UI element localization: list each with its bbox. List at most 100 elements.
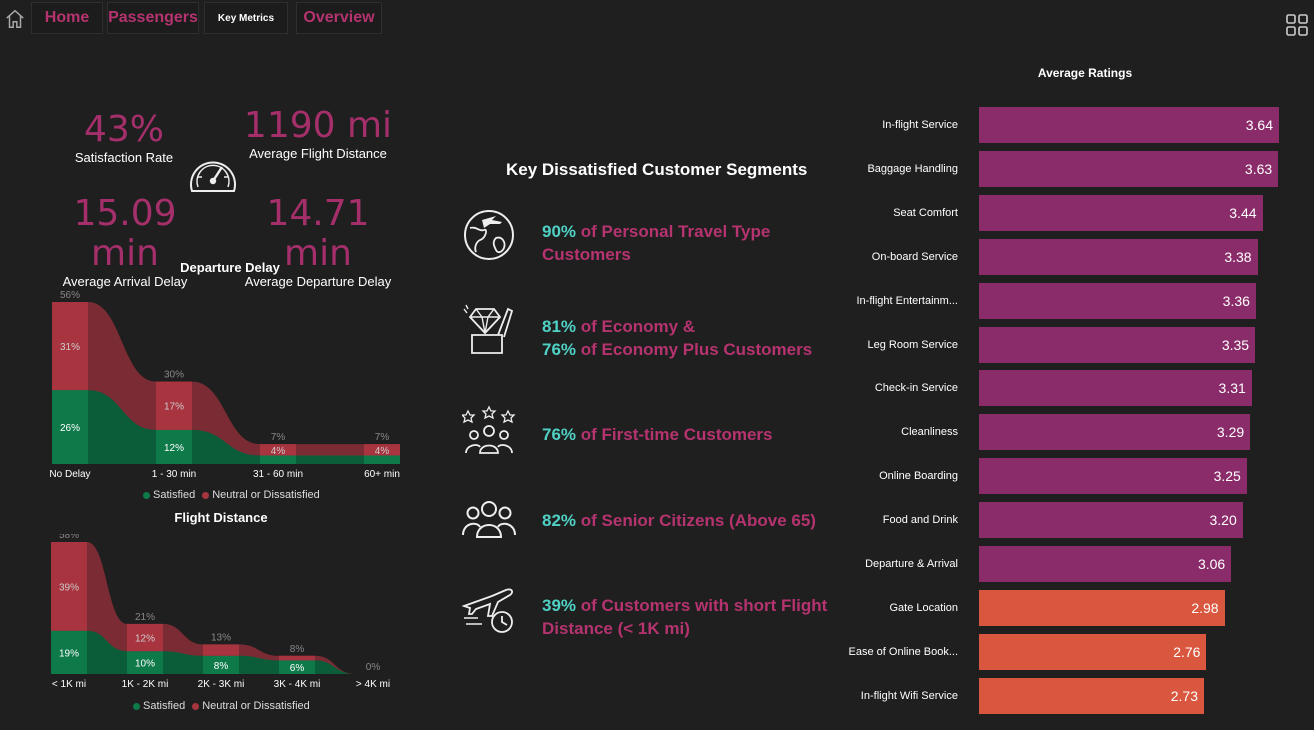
satisfied-data-label: 12% xyxy=(164,443,184,454)
flight-distance-chart: 19% 39% 58% < 1K mi 10% 12% 21% 1K - 2K mi 8% 13%… xyxy=(51,534,391,690)
rating-label: In-flight Service xyxy=(882,119,958,131)
kpi-satisfaction-value: 43% xyxy=(83,109,164,150)
rating-row: In-flight Entertainm... 3.36 xyxy=(856,282,1300,319)
dissatisfied-data-label: 12% xyxy=(135,634,155,645)
tab-key-metrics-label: Key Metrics xyxy=(217,12,275,24)
rating-label: Seat Comfort xyxy=(893,206,958,219)
rating-label: On-board Service xyxy=(871,250,958,263)
rating-bar: 3.31 xyxy=(979,370,1252,407)
rating-value: 2.73 xyxy=(1170,687,1198,704)
stars-people-icon xyxy=(462,405,516,454)
diamond-basket-icon xyxy=(463,304,514,354)
rating-row: On-board Service 3.38 xyxy=(860,238,1300,275)
dissatisfied-data-label: 4% xyxy=(375,446,390,457)
rating-row: In-flight Service 3.64 xyxy=(860,107,1300,143)
tab-overview-label: Overview xyxy=(303,9,375,26)
satisfied-data-label: 10% xyxy=(135,659,155,670)
dissatisfied-data-label: 17% xyxy=(164,402,184,413)
x-tick-label: 1K - 2K mi xyxy=(122,679,169,690)
rating-bar: 3.06 xyxy=(979,546,1232,582)
rating-bar: 3.20 xyxy=(979,502,1243,539)
rating-value: 2.76 xyxy=(1173,643,1201,660)
x-tick-label: 2K - 3K mi xyxy=(198,679,245,690)
globe-plane-icon xyxy=(464,210,514,260)
segment-senior-text: 82% of Senior Citizens (Above 65) xyxy=(542,509,842,532)
tab-key-metrics[interactable]: Key Metrics xyxy=(204,2,288,34)
rating-value: 3.36 xyxy=(1222,292,1250,309)
rating-bar: 3.38 xyxy=(979,238,1258,275)
rating-value: 3.64 xyxy=(1245,117,1273,133)
total-data-label: 58% xyxy=(59,534,79,541)
rating-value: 2.98 xyxy=(1191,599,1219,616)
satisfied-data-label: 26% xyxy=(60,423,80,434)
total-data-label: 56% xyxy=(60,290,80,301)
total-data-label: 21% xyxy=(135,612,155,623)
segment-pct: 82% xyxy=(542,511,577,530)
segment-short-flight-text: 39% of Customers with short Flight Dista… xyxy=(542,594,842,640)
average-ratings-title: Average Ratings xyxy=(1037,66,1133,80)
segment-personal-travel-text: 90% of Personal Travel Type Customers xyxy=(542,220,802,266)
rating-bar: 3.25 xyxy=(979,458,1247,495)
kpi-distance-label: Average Flight Distance xyxy=(249,146,387,161)
segment-economy-text: 81% of Economy & 76% of Economy Plus Cus… xyxy=(542,315,842,361)
legend-dissatisfied-dot xyxy=(192,702,200,710)
rating-label: Gate Location xyxy=(889,601,959,614)
total-data-label: 30% xyxy=(164,370,184,381)
segment-desc: of Personal Travel Type Customers xyxy=(542,222,771,264)
segment-first-time-text: 76% of First-time Customers xyxy=(542,423,842,446)
total-data-label: 7% xyxy=(375,432,390,443)
rating-row: Online Boarding 3.25 xyxy=(860,458,1300,495)
rating-bar: 2.76 xyxy=(979,633,1207,670)
rating-row: Check-in Service 3.31 xyxy=(860,370,1300,407)
x-tick-label: No Delay xyxy=(49,469,90,480)
tab-home-label: Home xyxy=(44,9,90,26)
rating-value: 3.25 xyxy=(1213,468,1241,485)
departure-delay-legend: Satisfied Neutral or Dissatisfied xyxy=(143,489,320,501)
gauge-icon xyxy=(190,161,236,192)
departure-delay-chart: 26% 31% 56% No Delay 12% 17% 30% 1 - 30 min 4% 7%… xyxy=(49,290,400,480)
plane-clock-icon xyxy=(462,588,513,633)
rating-bar: 3.63 xyxy=(979,150,1279,187)
grid-view-icon[interactable] xyxy=(1286,14,1308,36)
legend-dissatisfied-dot xyxy=(202,491,210,499)
rating-bar: 2.73 xyxy=(979,677,1204,714)
kpi-satisfaction-label: Satisfaction Rate xyxy=(74,150,174,165)
rating-row: Departure & Arrival 3.06 xyxy=(860,546,1300,582)
segment-pct: 90% xyxy=(542,222,577,241)
total-data-label: 7% xyxy=(271,432,286,443)
legend-dissatisfied-label: Neutral or Dissatisfied xyxy=(202,700,310,712)
rating-bar: 3.29 xyxy=(979,414,1251,451)
legend-satisfied-dot xyxy=(133,702,140,710)
senior-group-icon xyxy=(462,501,516,538)
segment-pct: 81% xyxy=(542,317,577,336)
segment-desc: of Economy & xyxy=(576,317,696,336)
dissatisfied-bar xyxy=(279,655,315,661)
rating-label: Leg Room Service xyxy=(867,338,959,351)
rating-value: 3.35 xyxy=(1221,336,1250,353)
rating-label: Food and Drink xyxy=(882,514,958,527)
tab-home[interactable]: Home xyxy=(31,2,103,34)
x-tick-label: > 4K mi xyxy=(356,679,390,690)
home-icon[interactable] xyxy=(4,8,26,30)
x-tick-label: < 1K mi xyxy=(52,679,86,690)
legend-satisfied-dot xyxy=(143,491,150,499)
segment-pct: 76% xyxy=(542,340,577,359)
flight-distance-title: Flight Distance xyxy=(174,510,268,525)
x-tick-label: 3K - 4K mi xyxy=(274,679,321,690)
rating-bar: 3.35 xyxy=(979,326,1256,363)
rating-value: 3.38 xyxy=(1224,248,1252,265)
rating-label: In-flight Wifi Service xyxy=(860,689,958,702)
tab-overview[interactable]: Overview xyxy=(296,2,382,34)
rating-row: Baggage Handling 3.63 xyxy=(860,150,1300,187)
rating-label: Cleanliness xyxy=(901,426,958,439)
x-tick-label: 31 - 60 min xyxy=(253,469,303,480)
segment-desc: of Customers with short Flight Distance … xyxy=(542,596,828,638)
rating-label: Check-in Service xyxy=(874,382,958,395)
tab-passengers[interactable]: Passengers xyxy=(107,2,199,34)
rating-label: In-flight Entertainm... xyxy=(856,294,959,307)
segment-desc: of Senior Citizens (Above 65) xyxy=(576,511,816,530)
rating-value: 3.20 xyxy=(1209,512,1237,529)
rating-row: In-flight Wifi Service 2.73 xyxy=(860,677,1300,714)
rating-bar: 3.64 xyxy=(979,107,1279,143)
rating-label: Ease of Online Book... xyxy=(848,645,958,658)
